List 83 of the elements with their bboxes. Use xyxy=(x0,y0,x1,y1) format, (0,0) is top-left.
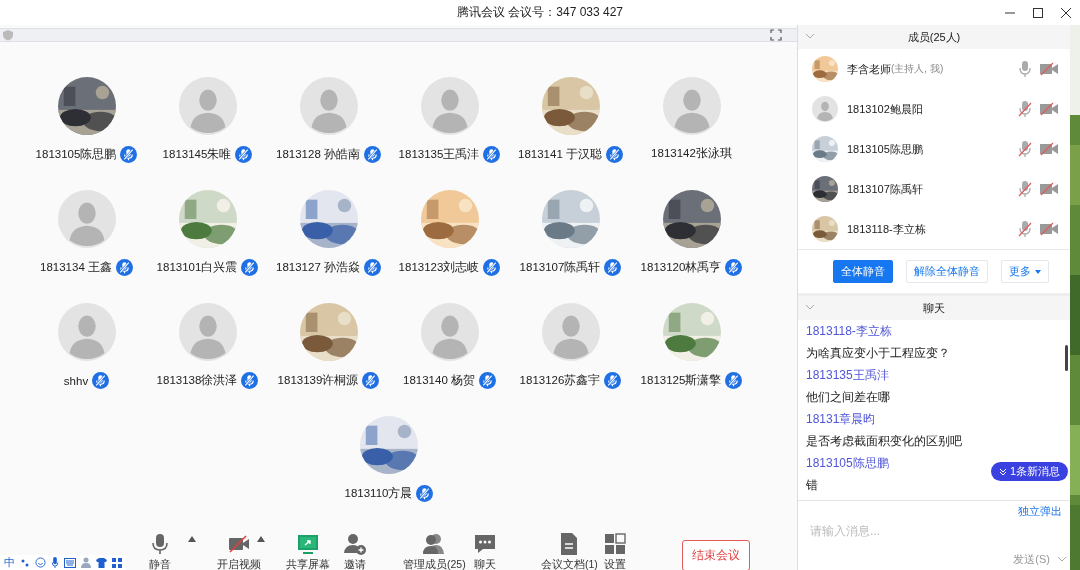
members-title: 成员(25人) xyxy=(907,29,961,45)
dropdown-icon[interactable] xyxy=(1058,557,1066,562)
toolbar-button[interactable]: 共享屏幕 xyxy=(286,532,330,570)
toolbar-button[interactable]: 聊天 xyxy=(473,532,497,570)
participant-name: 1813107陈禹轩 xyxy=(519,260,601,275)
muted-mic-icon[interactable] xyxy=(1018,220,1032,238)
toolbar-button[interactable]: 邀请 xyxy=(343,532,367,570)
monitor-icon xyxy=(296,532,320,556)
scrollbar-thumb[interactable] xyxy=(1065,345,1068,371)
chat-message: 他们之间差在哪 xyxy=(806,389,890,406)
emoji-icon[interactable] xyxy=(35,557,46,568)
chat-message: 为啥真应变小于工程应变？ xyxy=(806,345,950,362)
camera-off-icon[interactable] xyxy=(1040,62,1058,76)
more-button[interactable]: 更多 xyxy=(1001,260,1049,283)
chat-sender: 18131章晨昀 xyxy=(806,411,876,428)
camera-off-icon[interactable] xyxy=(1040,222,1058,236)
double-chevron-icon xyxy=(998,467,1007,476)
unmute-all-button[interactable]: 解除全体静音 xyxy=(906,260,988,283)
chat-sender: 1813135王禹沣 xyxy=(806,367,889,384)
add-person-icon xyxy=(343,532,367,556)
end-meeting-button[interactable]: 结束会议 xyxy=(682,540,750,570)
toolbar-button[interactable]: 会议文档(1) xyxy=(541,532,598,570)
member-role: (主持人, 我) xyxy=(891,62,944,74)
participant-name: 1813142张泳琪 xyxy=(651,146,732,161)
keyboard-icon[interactable] xyxy=(64,557,76,568)
member-name: 1813102鲍晨阳 xyxy=(847,101,923,117)
ime-toolbar[interactable]: 中 xyxy=(0,555,126,570)
punctuation-icon[interactable] xyxy=(20,557,30,568)
person-icon[interactable] xyxy=(81,557,91,568)
grid-icon[interactable] xyxy=(112,557,122,568)
collapse-icon[interactable] xyxy=(806,305,814,310)
participant-name: 1813101白兴震 xyxy=(156,260,238,275)
people-icon xyxy=(422,532,447,556)
toolbar-button[interactable]: 静音 xyxy=(148,532,172,570)
member-name: 李含老师 xyxy=(847,61,891,77)
participant-name: 1813120林禹亨 xyxy=(640,260,722,275)
ime-mode-label[interactable]: 中 xyxy=(4,555,15,570)
participant-name: 1813105陈思鹏 xyxy=(35,147,117,162)
participant-name: 1813127 孙浩焱 xyxy=(276,260,360,275)
participant-name: 1813140 杨贺 xyxy=(403,373,475,388)
grid-icon xyxy=(603,532,627,556)
participant-name: 1813134 王鑫 xyxy=(40,260,112,275)
member-name: 1813107陈禹轩 xyxy=(847,181,923,197)
participant-name: shhv xyxy=(63,374,89,387)
collapse-icon[interactable] xyxy=(806,34,814,39)
new-messages-button[interactable]: 1条新消息 xyxy=(990,462,1068,481)
member-name: 1813105陈思鹏 xyxy=(847,141,923,157)
microphone-icon[interactable] xyxy=(51,557,59,568)
caret-icon xyxy=(1035,269,1041,274)
caret-icon[interactable] xyxy=(188,536,196,542)
toolbar-button[interactable]: 管理成员(25) xyxy=(403,532,466,570)
participant-name: 1813110方晨 xyxy=(344,486,413,501)
chat-message: 错 xyxy=(806,477,818,494)
chat-bubble-icon xyxy=(473,532,497,556)
muted-mic-icon[interactable] xyxy=(1018,100,1032,118)
muted-mic-icon[interactable] xyxy=(1018,140,1032,158)
participant-name: 1813135王禹沣 xyxy=(398,147,480,162)
participant-name: 1813128 孙皓南 xyxy=(276,147,360,162)
participant-name: 1813138徐洪泽 xyxy=(156,373,238,388)
mute-all-button[interactable]: 全体静音 xyxy=(833,260,893,283)
message-input[interactable]: 请输入消息... xyxy=(808,523,1060,539)
chat-sender: 1813118-李立栋 xyxy=(806,323,892,340)
chat-title: 聊天 xyxy=(923,300,945,316)
participant-name: 1813125斯潇擎 xyxy=(640,373,722,388)
participant-name: 1813126苏鑫宇 xyxy=(519,373,601,388)
muted-mic-icon[interactable] xyxy=(1018,180,1032,198)
chat-message: 是否考虑截面积变化的区别吧 xyxy=(806,433,962,450)
camera-off-icon[interactable] xyxy=(1040,182,1058,196)
toolbar-button[interactable]: 开启视频 xyxy=(217,532,261,570)
caret-icon[interactable] xyxy=(257,536,265,542)
window-title: 腾讯会议 会议号：347 033 427 xyxy=(456,5,624,19)
participant-name: 1813145朱唯 xyxy=(162,147,232,162)
camera-off-icon[interactable] xyxy=(1040,142,1058,156)
participant-name: 1813123刘志岐 xyxy=(398,260,480,275)
chat-sender: 1813105陈思鹏 xyxy=(806,455,889,472)
shirt-icon[interactable] xyxy=(96,557,107,568)
popout-link[interactable]: 独立弹出 xyxy=(1018,504,1062,519)
participant-name: 1813141 于汉聪 xyxy=(518,147,602,162)
fullscreen-icon[interactable] xyxy=(770,29,782,41)
member-name: 1813118-李立栋 xyxy=(847,221,926,237)
toolbar-button[interactable]: 设置 xyxy=(603,532,627,570)
participant-name: 1813139许桐源 xyxy=(277,373,359,388)
camera-off-icon[interactable] xyxy=(1040,102,1058,116)
